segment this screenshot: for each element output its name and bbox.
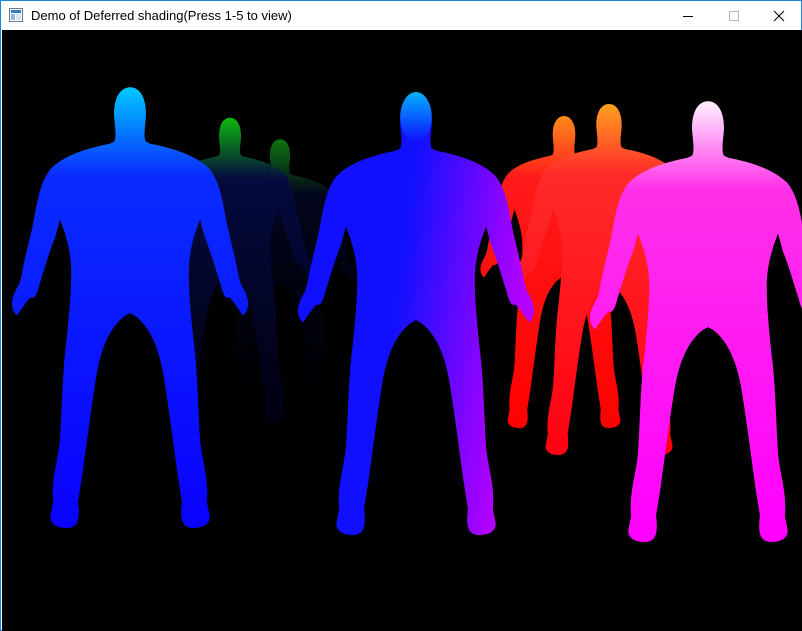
render-viewport[interactable] (2, 30, 802, 631)
maximize-icon (729, 10, 739, 21)
deferred-shading-scene (11, 87, 802, 543)
figure-front-center-head (400, 92, 432, 142)
close-icon (773, 10, 785, 21)
app-window: Demo of Deferred shading(Press 1-5 to vi… (0, 0, 802, 631)
window-title: Demo of Deferred shading(Press 1-5 to vi… (31, 8, 292, 23)
close-button[interactable] (756, 1, 802, 30)
minimize-button[interactable] (665, 1, 711, 30)
figure-front-center (297, 94, 535, 536)
app-window-icon (9, 8, 23, 22)
minimize-icon (683, 15, 693, 17)
figure-front-left (11, 87, 249, 529)
maximize-button[interactable] (711, 1, 757, 30)
title-bar[interactable]: Demo of Deferred shading(Press 1-5 to vi… (1, 1, 801, 30)
